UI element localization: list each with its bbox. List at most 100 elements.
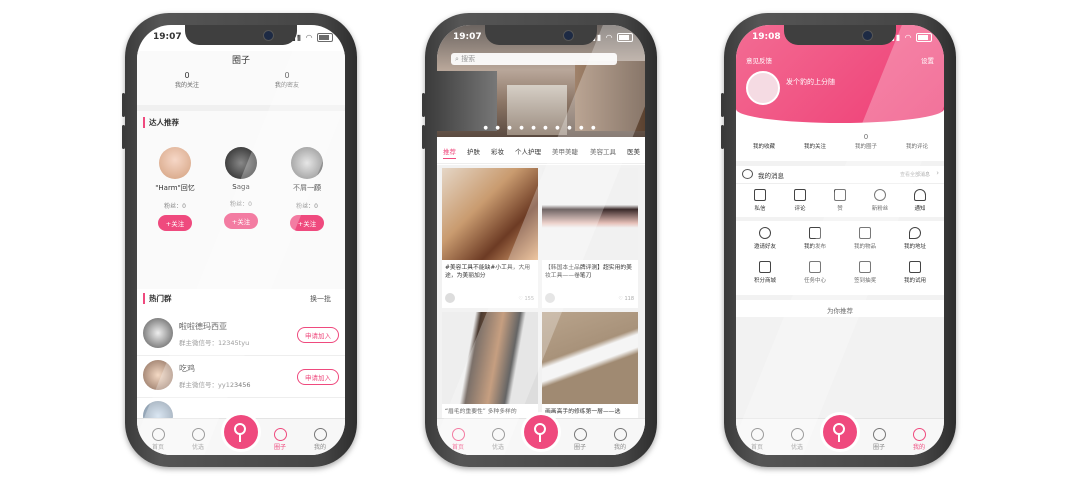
tools-grid: 邀请好友 我的发布 我的物品 我的地址 积分商城 任务中心 签到抽奖 我的试用 [736,221,944,300]
category-tabs: 推荐 护肤 彩妆 个人护理 美甲美睫 美容工具 医美 [437,139,645,164]
grid-item[interactable]: 我的地址 [890,227,940,250]
post-image [442,168,538,260]
expert-card[interactable]: Saga 粉丝：0 +关注 [209,147,273,229]
grid-item[interactable]: 任务中心 [790,261,840,284]
category-tab[interactable]: 医美 [627,146,640,156]
grid-item[interactable]: 赞 [820,189,860,212]
group-icon [273,428,287,441]
post-card[interactable]: “眉毛的重要性” 多种多样的 [442,312,538,432]
group-icon [872,428,886,441]
grid-item[interactable]: 积分商城 [740,261,790,284]
follow-button[interactable]: +关注 [289,215,325,231]
category-tab[interactable]: 美容工具 [590,146,616,156]
stat-close-friends[interactable]: 0 我的密友 [257,71,317,89]
lollipop-center-button[interactable] [224,415,258,449]
grid-item[interactable]: 我的试用 [890,261,940,284]
category-tab[interactable]: 护肤 [467,146,480,156]
free-trial-icon [909,261,921,273]
calendar-icon [859,261,871,273]
grid-item[interactable]: 私信 [740,189,780,212]
avatar[interactable] [746,71,780,105]
category-tab[interactable]: 彩妆 [491,146,504,156]
phone-frame-circle: 19:07 ▮▮▮ ◠ 圈子 0 我的关注 0 我的密友 达人推荐 "Harm"… [122,13,357,467]
expert-card[interactable]: "Harm"回忆 粉丝：0 +关注 [143,147,207,231]
grid-item[interactable]: 签到抽奖 [840,261,890,284]
feedback-link[interactable]: 意见反馈 [746,55,772,65]
thumbs-up-icon [834,189,846,201]
notch [185,25,297,45]
tab-featured[interactable]: 优选 [483,428,513,451]
volume-button [721,125,724,149]
lollipop-center-button[interactable] [823,415,857,449]
join-button[interactable]: 申请加入 [297,369,339,385]
home-screen: 19:07 ▮▮▮ ◠ ● ● ● ● ● ● ● ● ● ● ⌕ 搜索 推荐 … [437,25,645,455]
stat-favorites[interactable]: 我的收藏 [740,133,788,150]
status-time: 19:07 [153,32,182,42]
grid-item[interactable]: 我的发布 [790,227,840,250]
tab-me[interactable]: 我的 [305,428,335,451]
grid-item[interactable]: 评论 [780,189,820,212]
refresh-button[interactable]: 换一批 [310,294,331,304]
follow-button[interactable]: +关注 [157,215,193,231]
grid-item[interactable]: 通知 [900,189,940,212]
page-title: 圈子 [231,56,250,66]
group-icon [573,428,587,441]
post-image [542,312,638,404]
group-item[interactable]: 啦啦德玛西亚 群主微信号：12345tyu 申请加入 [137,315,345,356]
tab-circle[interactable]: 圈子 [565,428,595,451]
section-title-hot-groups: 热门群 [143,293,172,304]
messages-row[interactable]: 我的消息 查看全部消息 › [736,167,944,184]
avatar [159,147,191,179]
tab-home[interactable]: 首页 [443,428,473,451]
grid-item[interactable]: 新粉丝 [860,189,900,212]
tab-featured[interactable]: 优选 [183,428,213,451]
group-item[interactable]: 吃鸡 群主微信号：yy123456 申请加入 [137,357,345,398]
volume-button [422,125,425,149]
grid-item[interactable]: 我的物品 [840,227,890,250]
tab-home[interactable]: 首页 [143,428,173,451]
volume-button [721,93,724,117]
status-time: 19:07 [453,32,482,42]
stat-following[interactable]: 0 我的关注 [157,71,217,89]
tab-featured[interactable]: 优选 [782,428,812,451]
gift-icon [859,227,871,239]
tab-me[interactable]: 我的 [904,428,934,451]
join-button[interactable]: 申请加入 [297,327,339,343]
shop-icon [759,261,771,273]
stat-comments[interactable]: 我的评论 [893,133,941,150]
volume-button [122,125,125,149]
post-image [442,312,538,404]
search-input[interactable]: ⌕ 搜索 [451,53,617,65]
invite-icon [759,227,771,239]
chat-icon [742,169,753,179]
volume-button [422,93,425,117]
grid-item[interactable]: 邀请好友 [740,227,790,250]
post-card[interactable]: 画画高手的修练第一層——选 [542,312,638,432]
settings-link[interactable]: 设置 [921,55,934,65]
avatar [291,147,323,179]
volume-button [122,93,125,117]
bell-icon [914,189,926,201]
avatar [143,318,173,348]
avatar [225,147,257,179]
tab-circle[interactable]: 圈子 [864,428,894,451]
follow-button[interactable]: +关注 [223,213,259,229]
stat-circles[interactable]: 0 我的圈子 [842,133,890,150]
tab-circle[interactable]: 圈子 [265,428,295,451]
category-tab[interactable]: 美甲美睫 [552,146,578,156]
category-tab[interactable]: 推荐 [443,146,456,159]
stats-row: 0 我的关注 0 我的密友 [137,71,345,99]
tab-me[interactable]: 我的 [605,428,635,451]
tab-home[interactable]: 首页 [742,428,772,451]
stat-following[interactable]: 我的关注 [791,133,839,150]
user-icon [313,428,327,441]
post-card[interactable]: 【韩国本土品牌评测】超实用的美妆工具——卷笔刀 ♡ 118 [542,168,638,308]
category-tab[interactable]: 个人护理 [515,146,541,156]
lollipop-center-button[interactable] [524,415,558,449]
eye-icon [790,428,804,441]
recommend-header: 为你推荐 [827,307,853,315]
home-icon [451,428,465,441]
home-icon [750,428,764,441]
post-card[interactable]: #美容工具不能缺#小工具，大用途，为美丽加分 ♡ 155 [442,168,538,308]
expert-card[interactable]: 不屑一顾 粉丝：0 +关注 [275,147,339,231]
